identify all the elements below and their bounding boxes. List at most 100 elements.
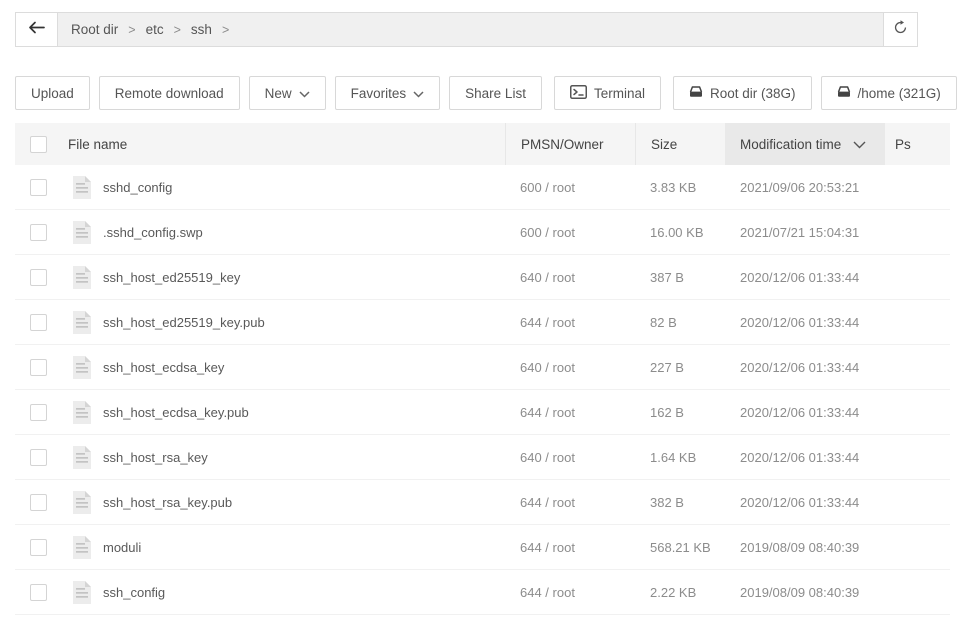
row-checkbox[interactable] xyxy=(30,538,47,556)
row-checkbox-cell xyxy=(15,480,60,524)
file-name-cell: ssh_host_ed25519_key xyxy=(60,255,505,299)
table-row: .sshd_config.swp 600 / root 16.00 KB 202… xyxy=(15,210,950,255)
row-checkbox[interactable] xyxy=(30,583,47,601)
column-header-ps[interactable]: Ps xyxy=(885,123,950,165)
back-button[interactable] xyxy=(16,13,58,46)
refresh-button[interactable] xyxy=(883,13,917,46)
row-checkbox[interactable] xyxy=(30,223,47,241)
file-icon xyxy=(72,490,92,515)
file-icon xyxy=(72,535,92,560)
file-name-link[interactable]: ssh_host_rsa_key xyxy=(103,450,208,465)
new-menu-button[interactable]: New xyxy=(248,76,326,110)
size-cell: 3.83 KB xyxy=(650,179,697,195)
size-cell: 1.64 KB xyxy=(650,449,697,465)
hard-drive-icon xyxy=(689,85,703,101)
file-name-link[interactable]: ssh_config xyxy=(103,585,165,600)
upload-button-label: Upload xyxy=(31,85,74,101)
remote-download-button-label: Remote download xyxy=(114,85,224,101)
row-checkbox[interactable] xyxy=(30,493,47,511)
file-icon xyxy=(72,445,92,470)
file-name-link[interactable]: ssh_host_ecdsa_key xyxy=(103,360,224,375)
file-table-body: sshd_config 600 / root 3.83 KB 2021/09/0… xyxy=(15,165,950,615)
row-checkbox[interactable] xyxy=(30,268,47,286)
table-row: moduli 644 / root 568.21 KB 2019/08/09 0… xyxy=(15,525,950,570)
breadcrumb-item-ssh[interactable]: ssh xyxy=(191,22,212,37)
sort-chevron-down-icon xyxy=(853,137,866,152)
chevron-down-icon xyxy=(413,86,424,101)
column-header-modification-time-label: Modification time xyxy=(740,136,842,152)
home-disk-button-label: /home (321G) xyxy=(857,85,941,101)
modification-time-cell: 2020/12/06 01:33:44 xyxy=(740,359,860,375)
file-name-link[interactable]: moduli xyxy=(103,540,141,555)
file-name-cell: ssh_host_ed25519_key.pub xyxy=(60,300,505,344)
row-checkbox[interactable] xyxy=(30,178,47,196)
file-name-link[interactable]: ssh_host_ecdsa_key.pub xyxy=(103,405,249,420)
table-row: ssh_host_ecdsa_key.pub 644 / root 162 B … xyxy=(15,390,950,435)
breadcrumb-separator: > xyxy=(221,22,230,37)
ps-cell xyxy=(885,390,950,434)
pmsn-owner-cell: 644 / root xyxy=(520,494,575,510)
column-header-pmsn-owner[interactable]: PMSN/Owner xyxy=(505,123,635,165)
root-disk-button[interactable]: Root dir (38G) xyxy=(672,76,812,110)
file-table: File name PMSN/Owner Size Modification t… xyxy=(15,123,950,615)
size-cell: 227 B xyxy=(650,359,684,375)
file-icon xyxy=(72,310,92,335)
pmsn-owner-cell: 640 / root xyxy=(520,269,575,285)
upload-button[interactable]: Upload xyxy=(15,76,90,110)
share-list-button-label: Share List xyxy=(465,85,526,101)
select-all-checkbox[interactable] xyxy=(30,135,47,153)
path-bar: Root dir > etc > ssh > xyxy=(15,12,918,47)
pmsn-owner-cell: 600 / root xyxy=(520,179,575,195)
row-checkbox[interactable] xyxy=(30,313,47,331)
favorites-menu-button[interactable]: Favorites xyxy=(334,76,441,110)
breadcrumb: Root dir > etc > ssh > xyxy=(58,13,883,46)
column-header-size[interactable]: Size xyxy=(635,123,725,165)
row-checkbox[interactable] xyxy=(30,358,47,376)
row-checkbox-cell xyxy=(15,255,60,299)
modification-time-cell: 2019/08/09 08:40:39 xyxy=(740,584,860,600)
file-icon xyxy=(72,400,92,425)
row-checkbox-cell xyxy=(15,435,60,479)
terminal-button-label: Terminal xyxy=(593,85,645,101)
table-row: ssh_host_ed25519_key.pub 644 / root 82 B… xyxy=(15,300,950,345)
file-name-link[interactable]: ssh_host_rsa_key.pub xyxy=(103,495,232,510)
table-row: ssh_host_ed25519_key 640 / root 387 B 20… xyxy=(15,255,950,300)
home-disk-button[interactable]: /home (321G) xyxy=(820,76,957,110)
ps-cell xyxy=(885,300,950,344)
size-cell: 382 B xyxy=(650,494,684,510)
remote-download-button[interactable]: Remote download xyxy=(98,76,240,110)
column-header-file-name[interactable]: File name xyxy=(60,123,505,165)
size-cell: 82 B xyxy=(650,314,677,330)
row-checkbox-cell xyxy=(15,300,60,344)
breadcrumb-item-etc[interactable]: etc xyxy=(146,22,164,37)
breadcrumb-item-root-dir[interactable]: Root dir xyxy=(71,22,118,37)
file-name-link[interactable]: .sshd_config.swp xyxy=(103,225,203,240)
terminal-icon xyxy=(569,84,587,102)
terminal-button[interactable]: Terminal xyxy=(553,76,661,110)
row-checkbox[interactable] xyxy=(30,403,47,421)
modification-time-cell: 2021/07/21 15:04:31 xyxy=(740,224,860,240)
file-icon xyxy=(72,175,92,200)
file-icon xyxy=(72,220,92,245)
hard-drive-icon xyxy=(837,85,851,101)
new-menu-label: New xyxy=(264,85,292,101)
file-name-link[interactable]: sshd_config xyxy=(103,180,172,195)
file-name-cell: ssh_host_rsa_key.pub xyxy=(60,480,505,524)
column-header-modification-time[interactable]: Modification time xyxy=(725,123,885,165)
share-list-button[interactable]: Share List xyxy=(449,76,542,110)
ps-cell xyxy=(885,525,950,569)
modification-time-cell: 2020/12/06 01:33:44 xyxy=(740,494,860,510)
size-cell: 2.22 KB xyxy=(650,584,697,600)
file-name-cell: ssh_host_ecdsa_key.pub xyxy=(60,390,505,434)
file-name-link[interactable]: ssh_host_ed25519_key xyxy=(103,270,240,285)
row-checkbox-cell xyxy=(15,165,60,209)
file-icon xyxy=(72,265,92,290)
modification-time-cell: 2020/12/06 01:33:44 xyxy=(740,449,860,465)
arrow-left-icon xyxy=(28,21,45,39)
size-cell: 162 B xyxy=(650,404,684,420)
file-name-cell: ssh_host_ecdsa_key xyxy=(60,345,505,389)
row-checkbox[interactable] xyxy=(30,448,47,466)
pmsn-owner-cell: 644 / root xyxy=(520,314,575,330)
pmsn-owner-cell: 644 / root xyxy=(520,584,575,600)
file-name-link[interactable]: ssh_host_ed25519_key.pub xyxy=(103,315,265,330)
